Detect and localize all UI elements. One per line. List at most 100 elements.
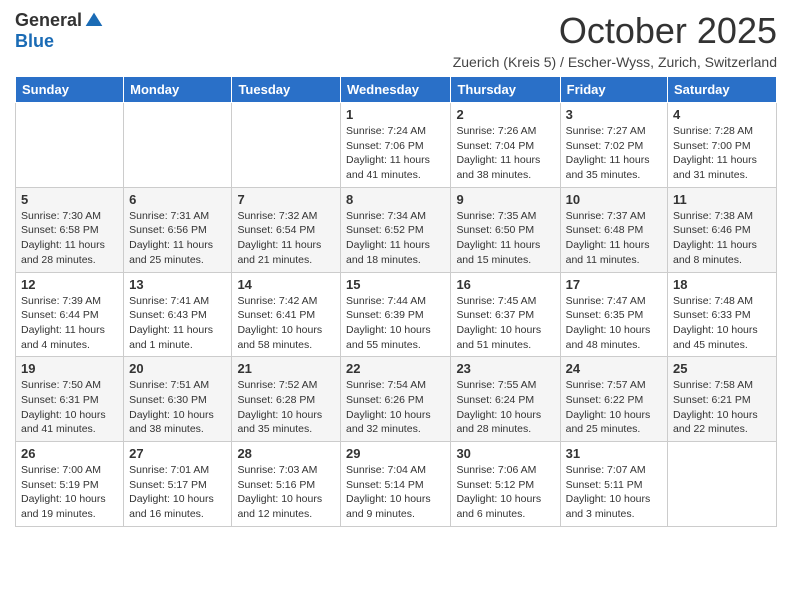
table-row: 22Sunrise: 7:54 AM Sunset: 6:26 PM Dayli…	[341, 357, 451, 442]
day-info: Sunrise: 7:07 AM Sunset: 5:11 PM Dayligh…	[566, 463, 662, 522]
day-number: 23	[456, 361, 554, 376]
day-info: Sunrise: 7:47 AM Sunset: 6:35 PM Dayligh…	[566, 294, 662, 353]
day-number: 15	[346, 277, 445, 292]
day-info: Sunrise: 7:30 AM Sunset: 6:58 PM Dayligh…	[21, 209, 118, 268]
day-info: Sunrise: 7:35 AM Sunset: 6:50 PM Dayligh…	[456, 209, 554, 268]
day-number: 16	[456, 277, 554, 292]
day-info: Sunrise: 7:31 AM Sunset: 6:56 PM Dayligh…	[129, 209, 226, 268]
table-row: 17 Sunrise: 7:47 AM Sunset: 6:35 PM Dayli…	[560, 272, 667, 357]
day-number: 8	[346, 192, 445, 207]
table-row: 3Sunrise: 7:27 AM Sunset: 7:02 PM Daylig…	[560, 103, 667, 188]
table-row: 5 Sunrise: 7:30 AM Sunset: 6:58 PM Daylig…	[16, 187, 124, 272]
day-number: 22	[346, 361, 445, 376]
table-row	[668, 442, 777, 527]
table-row	[232, 103, 341, 188]
calendar-week-row: 5 Sunrise: 7:30 AM Sunset: 6:58 PM Daylig…	[16, 187, 777, 272]
day-number: 5	[21, 192, 118, 207]
table-row: 9 Sunrise: 7:35 AM Sunset: 6:50 PM Daylig…	[451, 187, 560, 272]
table-row: 23 Sunrise: 7:55 AM Sunset: 6:24 PM Dayli…	[451, 357, 560, 442]
day-number: 31	[566, 446, 662, 461]
day-info: Sunrise: 7:03 AM Sunset: 5:16 PM Dayligh…	[237, 463, 335, 522]
table-row: 14Sunrise: 7:42 AM Sunset: 6:41 PM Dayli…	[232, 272, 341, 357]
day-info: Sunrise: 7:39 AM Sunset: 6:44 PM Dayligh…	[21, 294, 118, 353]
day-number: 12	[21, 277, 118, 292]
day-info: Sunrise: 7:50 AM Sunset: 6:31 PM Dayligh…	[21, 378, 118, 437]
col-friday: Friday	[560, 77, 667, 103]
day-number: 13	[129, 277, 226, 292]
table-row: 13 Sunrise: 7:41 AM Sunset: 6:43 PM Dayli…	[124, 272, 232, 357]
day-number: 20	[129, 361, 226, 376]
day-number: 24	[566, 361, 662, 376]
table-row: 1Sunrise: 7:24 AM Sunset: 7:06 PM Daylig…	[341, 103, 451, 188]
col-tuesday: Tuesday	[232, 77, 341, 103]
table-row	[124, 103, 232, 188]
table-row: 18 Sunrise: 7:48 AM Sunset: 6:33 PM Dayli…	[668, 272, 777, 357]
table-row: 28 Sunrise: 7:03 AM Sunset: 5:16 PM Dayli…	[232, 442, 341, 527]
day-number: 9	[456, 192, 554, 207]
table-row: 15Sunrise: 7:44 AM Sunset: 6:39 PM Dayli…	[341, 272, 451, 357]
day-number: 17	[566, 277, 662, 292]
table-row: 21Sunrise: 7:52 AM Sunset: 6:28 PM Dayli…	[232, 357, 341, 442]
day-number: 28	[237, 446, 335, 461]
logo: General Blue	[15, 10, 104, 52]
day-number: 6	[129, 192, 226, 207]
day-info: Sunrise: 7:32 AM Sunset: 6:54 PM Dayligh…	[237, 209, 335, 268]
table-row: 8 Sunrise: 7:34 AM Sunset: 6:52 PM Daylig…	[341, 187, 451, 272]
calendar-week-row: 19 Sunrise: 7:50 AM Sunset: 6:31 PM Dayli…	[16, 357, 777, 442]
day-info: Sunrise: 7:28 AM Sunset: 7:00 PM Dayligh…	[673, 124, 771, 183]
day-number: 7	[237, 192, 335, 207]
table-row: 27Sunrise: 7:01 AM Sunset: 5:17 PM Dayli…	[124, 442, 232, 527]
day-number: 26	[21, 446, 118, 461]
col-sunday: Sunday	[16, 77, 124, 103]
calendar-week-row: 1Sunrise: 7:24 AM Sunset: 7:06 PM Daylig…	[16, 103, 777, 188]
day-number: 3	[566, 107, 662, 122]
day-info: Sunrise: 7:38 AM Sunset: 6:46 PM Dayligh…	[673, 209, 771, 268]
table-row: 10Sunrise: 7:37 AM Sunset: 6:48 PM Dayli…	[560, 187, 667, 272]
calendar-week-row: 12 Sunrise: 7:39 AM Sunset: 6:44 PM Dayli…	[16, 272, 777, 357]
calendar: Sunday Monday Tuesday Wednesday Thursday…	[15, 76, 777, 527]
day-number: 30	[456, 446, 554, 461]
day-info: Sunrise: 7:24 AM Sunset: 7:06 PM Dayligh…	[346, 124, 445, 183]
day-number: 29	[346, 446, 445, 461]
day-info: Sunrise: 7:01 AM Sunset: 5:17 PM Dayligh…	[129, 463, 226, 522]
table-row: 26 Sunrise: 7:00 AM Sunset: 5:19 PM Dayli…	[16, 442, 124, 527]
day-number: 21	[237, 361, 335, 376]
day-info: Sunrise: 7:26 AM Sunset: 7:04 PM Dayligh…	[456, 124, 554, 183]
day-number: 25	[673, 361, 771, 376]
table-row: 19 Sunrise: 7:50 AM Sunset: 6:31 PM Dayli…	[16, 357, 124, 442]
day-number: 11	[673, 192, 771, 207]
logo-blue-text: Blue	[15, 31, 54, 52]
table-row	[16, 103, 124, 188]
day-number: 19	[21, 361, 118, 376]
table-row: 29Sunrise: 7:04 AM Sunset: 5:14 PM Dayli…	[341, 442, 451, 527]
day-number: 4	[673, 107, 771, 122]
table-row: 6 Sunrise: 7:31 AM Sunset: 6:56 PM Daylig…	[124, 187, 232, 272]
day-info: Sunrise: 7:58 AM Sunset: 6:21 PM Dayligh…	[673, 378, 771, 437]
header: General Blue October 2025 Zuerich (Kreis…	[15, 10, 777, 70]
table-row: 31 Sunrise: 7:07 AM Sunset: 5:11 PM Dayli…	[560, 442, 667, 527]
logo-icon	[84, 11, 104, 31]
day-info: Sunrise: 7:55 AM Sunset: 6:24 PM Dayligh…	[456, 378, 554, 437]
day-number: 2	[456, 107, 554, 122]
day-number: 18	[673, 277, 771, 292]
day-info: Sunrise: 7:57 AM Sunset: 6:22 PM Dayligh…	[566, 378, 662, 437]
subtitle: Zuerich (Kreis 5) / Escher-Wyss, Zurich,…	[453, 54, 777, 70]
month-title: October 2025	[453, 10, 777, 52]
day-info: Sunrise: 7:34 AM Sunset: 6:52 PM Dayligh…	[346, 209, 445, 268]
title-area: October 2025 Zuerich (Kreis 5) / Escher-…	[453, 10, 777, 70]
day-info: Sunrise: 7:00 AM Sunset: 5:19 PM Dayligh…	[21, 463, 118, 522]
col-thursday: Thursday	[451, 77, 560, 103]
day-info: Sunrise: 7:51 AM Sunset: 6:30 PM Dayligh…	[129, 378, 226, 437]
table-row: 20 Sunrise: 7:51 AM Sunset: 6:30 PM Dayli…	[124, 357, 232, 442]
table-row: 16Sunrise: 7:45 AM Sunset: 6:37 PM Dayli…	[451, 272, 560, 357]
col-wednesday: Wednesday	[341, 77, 451, 103]
day-info: Sunrise: 7:41 AM Sunset: 6:43 PM Dayligh…	[129, 294, 226, 353]
day-info: Sunrise: 7:06 AM Sunset: 5:12 PM Dayligh…	[456, 463, 554, 522]
table-row: 4 Sunrise: 7:28 AM Sunset: 7:00 PM Daylig…	[668, 103, 777, 188]
day-info: Sunrise: 7:48 AM Sunset: 6:33 PM Dayligh…	[673, 294, 771, 353]
day-number: 10	[566, 192, 662, 207]
day-info: Sunrise: 7:42 AM Sunset: 6:41 PM Dayligh…	[237, 294, 335, 353]
col-saturday: Saturday	[668, 77, 777, 103]
table-row: 7 Sunrise: 7:32 AM Sunset: 6:54 PM Daylig…	[232, 187, 341, 272]
table-row: 2 Sunrise: 7:26 AM Sunset: 7:04 PM Daylig…	[451, 103, 560, 188]
